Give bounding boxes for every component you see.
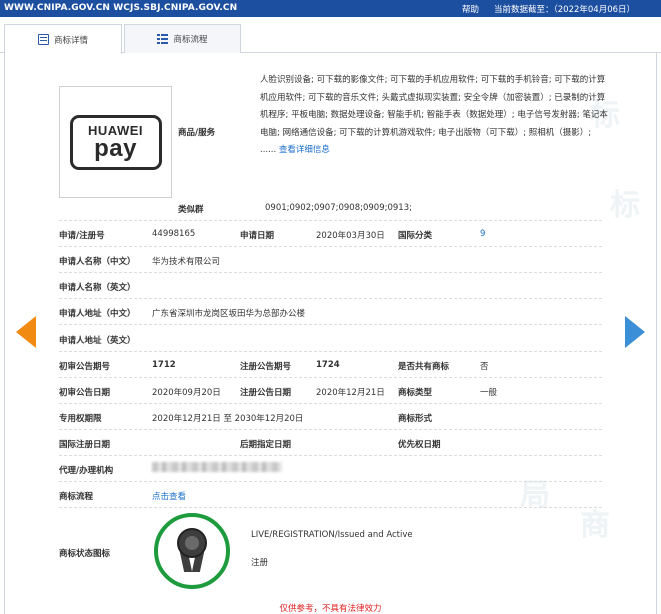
divider [59, 429, 602, 430]
tab-label: 商标流程 [173, 35, 208, 45]
status-icon-label: 商标状态图标 [59, 549, 111, 559]
similar-group-value: 0901;0902;0907;0908;0909;0913; [265, 203, 412, 213]
divider [59, 377, 602, 378]
shared-label: 是否共有商标 [398, 362, 450, 372]
similar-group-label: 类似群 [178, 205, 204, 215]
view-details-link[interactable]: 查看详细信息 [279, 145, 330, 155]
divider [59, 220, 602, 221]
list-icon [157, 34, 169, 44]
prelim-date-value: 2020年09月20日 [152, 388, 221, 398]
reg-no-label: 申请/注册号 [59, 231, 105, 241]
help-link[interactable]: 帮助 [462, 3, 479, 15]
applicant-cn-value: 华为技术有限公司 [152, 257, 221, 267]
top-bar: WWW.CNIPA.GOV.CN WCJS.SBJ.CNIPA.GOV.CN 帮… [0, 0, 661, 17]
divider [59, 507, 602, 508]
intl-reg-date-label: 国际注册日期 [59, 440, 111, 450]
goods-services-list: 人脸识别设备; 可下载的影像文件; 可下载的手机应用软件; 可下载的手机铃音; … [260, 72, 610, 160]
reg-pub-no-value: 1724 [316, 360, 340, 370]
tab-trademark-flow[interactable]: 商标流程 [124, 24, 241, 53]
applicant-cn-label: 申请人名称（中文） [59, 257, 136, 267]
prelim-date-label: 初审公告日期 [59, 388, 111, 398]
tab-bar: 商标详情 商标流程 [0, 24, 661, 54]
divider [59, 403, 602, 404]
goods-label: 商品/服务 [178, 128, 216, 138]
reg-no-value: 44998165 [152, 229, 196, 239]
divider [59, 272, 602, 273]
disclaimer-note: 仅供参考，不具有法律效力 [279, 604, 382, 614]
reg-pub-date-label: 注册公告日期 [240, 388, 292, 398]
app-date-value: 2020年03月30日 [316, 231, 385, 241]
previous-arrow-icon[interactable] [16, 316, 36, 348]
huawei-pay-logo: HUAWEI pay [69, 114, 162, 170]
data-as-of: 当前数据截至：（2022年04月06日） [494, 5, 636, 15]
trademark-image: HUAWEI pay [59, 86, 172, 198]
divider [59, 246, 602, 247]
tab-trademark-details[interactable]: 商标详情 [4, 24, 122, 54]
goods-text: 人脸识别设备; 可下载的影像文件; 可下载的手机应用软件; 可下载的手机铃音; … [260, 75, 608, 156]
agent-value-redacted [152, 462, 282, 472]
prelim-no-label: 初审公告期号 [59, 362, 111, 372]
divider [59, 455, 602, 456]
agent-label: 代理/办理机构 [59, 466, 114, 476]
intl-class-label: 国际分类 [398, 231, 433, 241]
address-cn-label: 申请人地址（中文） [59, 309, 136, 319]
reg-pub-date-value: 2020年12月21日 [316, 388, 385, 398]
intl-class-value[interactable]: 9 [480, 229, 485, 239]
view-flow-link[interactable]: 点击查看 [152, 490, 186, 502]
type-label: 商标类型 [398, 388, 433, 398]
medal-icon [177, 528, 207, 574]
divider [59, 351, 602, 352]
period-label: 专用权期限 [59, 414, 102, 424]
form-label: 商标形式 [398, 414, 433, 424]
prelim-no-value: 1712 [152, 360, 176, 370]
address-cn-value: 广东省深圳市龙岗区坂田华为总部办公楼 [152, 309, 306, 319]
divider [59, 324, 602, 325]
address-en-label: 申请人地址（英文） [59, 336, 136, 346]
app-date-label: 申请日期 [240, 231, 275, 241]
reg-pub-no-label: 注册公告期号 [240, 362, 292, 372]
site-domains: WWW.CNIPA.GOV.CN WCJS.SBJ.CNIPA.GOV.CN [4, 3, 238, 13]
period-value: 2020年12月21日 至 2030年12月20日 [152, 414, 304, 424]
flow-label: 商标流程 [59, 492, 94, 502]
tab-label: 商标详情 [53, 35, 88, 46]
priority-date-label: 优先权日期 [398, 440, 441, 450]
watermark: 标 [610, 188, 640, 223]
status-badge [154, 513, 230, 589]
later-date-label: 后期指定日期 [240, 440, 292, 450]
divider [59, 298, 602, 299]
type-value: 一般 [480, 388, 498, 398]
status-chinese: 注册 [251, 558, 269, 568]
document-icon [37, 34, 49, 45]
divider [59, 481, 602, 482]
applicant-en-label: 申请人名称（英文） [59, 283, 136, 293]
shared-value: 否 [480, 362, 489, 372]
next-arrow-icon[interactable] [625, 316, 645, 348]
status-english: LIVE/REGISTRATION/Issued and Active [251, 530, 413, 540]
